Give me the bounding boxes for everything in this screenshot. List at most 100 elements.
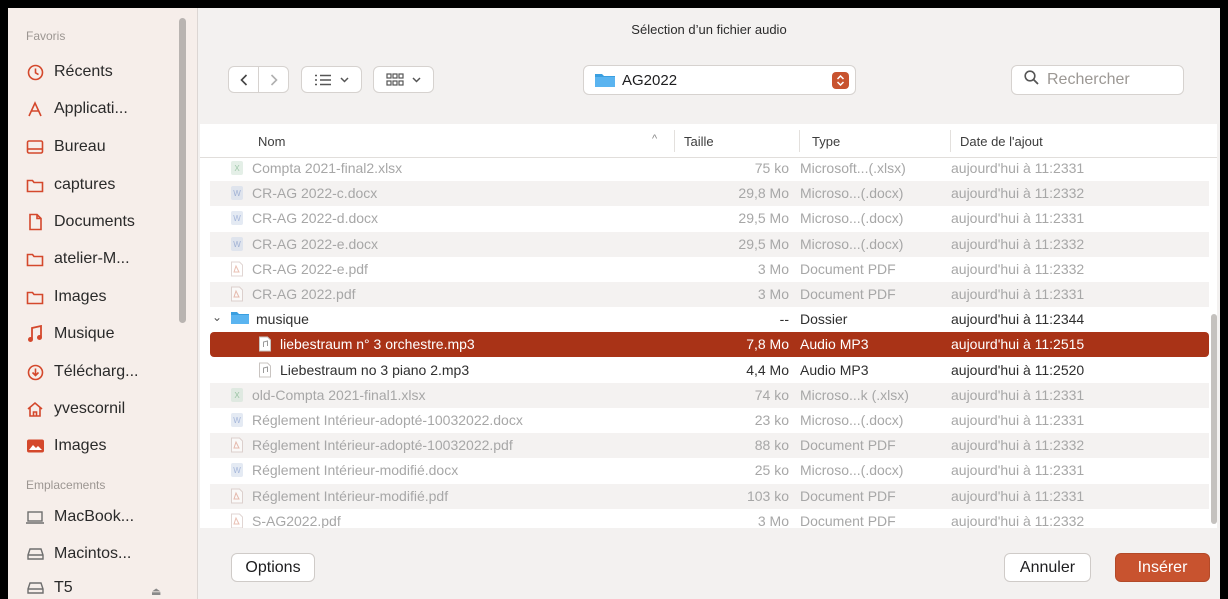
file-open-dialog: Favoris Récents Applicati... Bureau capt… bbox=[8, 8, 1220, 599]
list-scrollbar[interactable] bbox=[1211, 314, 1217, 524]
search-input[interactable]: Rechercher bbox=[1011, 65, 1184, 95]
sidebar-item-downloads[interactable]: Télécharg... bbox=[24, 357, 138, 387]
file-type: Microso...(.docx) bbox=[800, 235, 904, 252]
svg-text:W: W bbox=[233, 466, 241, 475]
file-date: aujourd'hui à 11:2332 bbox=[951, 260, 1085, 277]
word-file-icon: W bbox=[230, 236, 244, 252]
forward-button[interactable] bbox=[258, 66, 289, 93]
sidebar-item-images[interactable]: Images bbox=[24, 282, 106, 312]
file-name: Réglement Intérieur-adopté-10032022.pdf bbox=[252, 437, 513, 454]
disk-icon bbox=[24, 543, 46, 565]
sidebar-item-atelier[interactable]: atelier-M... bbox=[24, 244, 130, 274]
file-row[interactable]: Réglement Intérieur-modifié.pdf 103 ko Doc… bbox=[210, 483, 1209, 509]
sidebar-item-label: MacBook... bbox=[54, 508, 135, 525]
folder-icon bbox=[24, 248, 46, 270]
pdf-file-icon bbox=[230, 286, 244, 302]
sidebar-item-home[interactable]: yvescornil bbox=[24, 394, 125, 424]
file-row[interactable]: S-AG2022.pdf 3 Mo Document PDF aujourd'hui … bbox=[210, 509, 1209, 528]
sidebar-item-applications[interactable]: Applicati... bbox=[24, 94, 128, 124]
folder-icon bbox=[24, 174, 46, 196]
file-row[interactable]: CR-AG 2022.pdf 3 Mo Document PDF aujourd'hu… bbox=[210, 282, 1209, 307]
file-row[interactable]: Réglement Intérieur-adopté-10032022.pdf 8… bbox=[210, 433, 1209, 459]
sidebar-item-label: Images bbox=[54, 288, 107, 305]
main-panel: Sélection d’un fichier audio AG2022 Rech… bbox=[198, 8, 1220, 599]
path-popup[interactable]: AG2022 bbox=[583, 65, 856, 95]
file-date: aujourd'hui à 11:2331 bbox=[951, 286, 1085, 302]
svg-text:W: W bbox=[233, 189, 241, 198]
insert-button[interactable]: Insérer bbox=[1115, 553, 1210, 582]
clock-icon bbox=[24, 61, 46, 83]
disclosure-chevron-icon[interactable]: ⌄ bbox=[212, 310, 222, 324]
file-row[interactable]: W CR-AG 2022-e.docx 29,5 Mo Microso...(.doc… bbox=[210, 231, 1209, 257]
file-row[interactable]: X Compta 2021-final2.xlsx 75 ko Microsoft..… bbox=[210, 156, 1209, 181]
file-row[interactable]: CR-AG 2022-e.pdf 3 Mo Document PDF aujourd'… bbox=[210, 257, 1209, 282]
sidebar-item-recents[interactable]: Récents bbox=[24, 57, 113, 87]
options-button[interactable]: Options bbox=[231, 553, 315, 582]
folder-row[interactable]: ⌄ musique -- Dossier aujourd'hui à 11:2344 bbox=[210, 307, 1209, 332]
word-file-icon: W bbox=[230, 462, 244, 478]
sidebar-item-macintosh[interactable]: Macintos... bbox=[24, 539, 131, 569]
column-header-name[interactable]: Nom bbox=[258, 134, 285, 149]
column-header-date[interactable]: Date de l'ajout bbox=[960, 134, 1043, 149]
favorites-header: Favoris bbox=[26, 29, 66, 43]
file-row[interactable]: Xold-Compta 2021-final1.xlsx 74 ko Microso… bbox=[210, 382, 1209, 408]
sidebar-item-t5[interactable]: T5 bbox=[24, 573, 73, 599]
grid-view-button[interactable] bbox=[373, 66, 434, 93]
file-size: 3 Mo bbox=[757, 512, 789, 528]
file-name: Réglement Intérieur-modifié.docx bbox=[252, 462, 459, 479]
sidebar-item-label: Bureau bbox=[54, 138, 106, 155]
sidebar-item-documents[interactable]: Documents bbox=[24, 207, 135, 237]
file-row[interactable]: W Réglement Intérieur-adopté-10032022.doc… bbox=[210, 408, 1209, 433]
chevron-down-icon bbox=[412, 76, 421, 83]
svg-text:X: X bbox=[234, 391, 240, 400]
file-row[interactable]: Liebestraum no 3 piano 2.mp3 4,4 Mo Audio … bbox=[210, 358, 1209, 383]
svg-text:W: W bbox=[233, 416, 241, 425]
file-name: Compta 2021-final2.xlsx bbox=[252, 160, 403, 176]
file-size: 29,5 Mo bbox=[738, 210, 789, 227]
sidebar-item-captures[interactable]: captures bbox=[24, 170, 115, 200]
file-size: -- bbox=[779, 311, 789, 328]
file-type: Microso...k (.xlsx) bbox=[800, 386, 909, 403]
file-row[interactable]: W CR-AG 2022-d.docx 29,5 Mo Microso...(.doc… bbox=[210, 206, 1209, 231]
file-date: aujourd'hui à 11:2332 bbox=[951, 437, 1085, 454]
file-row[interactable]: W CR-AG 2022-c.docx 29,8 Mo Microso...(.doc… bbox=[210, 181, 1209, 207]
file-size: 75 ko bbox=[754, 160, 789, 176]
file-row[interactable]: liebestraum n° 3 orchestre.mp3 7,8 Mo Audi… bbox=[210, 332, 1209, 358]
file-name: old-Compta 2021-final1.xlsx bbox=[252, 386, 426, 403]
sidebar-scrollbar[interactable] bbox=[179, 18, 186, 323]
cancel-button[interactable]: Annuler bbox=[1004, 553, 1091, 582]
sidebar-item-macbook[interactable]: MacBook... bbox=[24, 502, 134, 532]
file-size: 25 ko bbox=[754, 462, 789, 479]
file-size: 29,5 Mo bbox=[738, 235, 789, 252]
file-date: aujourd'hui à 11:2520 bbox=[951, 361, 1085, 378]
grid-view-icon bbox=[386, 72, 404, 87]
file-size: 3 Mo bbox=[757, 286, 789, 302]
eject-icon[interactable]: ⏏ bbox=[151, 585, 161, 598]
file-date: aujourd'hui à 11:2344 bbox=[951, 311, 1085, 328]
column-header-type[interactable]: Type bbox=[812, 134, 840, 149]
file-name: CR-AG 2022-e.docx bbox=[252, 235, 379, 252]
sidebar-item-bureau[interactable]: Bureau bbox=[24, 132, 106, 162]
sidebar-item-label: Images bbox=[54, 437, 107, 454]
file-type: Microso...(.docx) bbox=[800, 210, 904, 227]
sidebar-item-musique[interactable]: Musique bbox=[24, 319, 114, 349]
file-type: Microsoft...(.xlsx) bbox=[800, 160, 906, 176]
file-list[interactable]: Nom ^ Taille Type Date de l'ajout X Compt… bbox=[200, 124, 1217, 528]
list-view-button[interactable] bbox=[301, 66, 362, 93]
word-file-icon: W bbox=[230, 412, 244, 428]
back-button[interactable] bbox=[228, 66, 259, 93]
file-type: Document PDF bbox=[800, 487, 896, 504]
column-header-size[interactable]: Taille bbox=[684, 134, 714, 149]
file-size: 4,4 Mo bbox=[746, 361, 789, 378]
file-type: Document PDF bbox=[800, 512, 896, 528]
file-row[interactable]: W Réglement Intérieur-modifié.docx 25 ko Mi… bbox=[210, 458, 1209, 483]
file-type: Document PDF bbox=[800, 260, 896, 277]
sidebar-item-label: Télécharg... bbox=[54, 363, 139, 380]
file-size: 29,8 Mo bbox=[738, 185, 789, 202]
folder-icon bbox=[230, 311, 249, 327]
search-placeholder: Rechercher bbox=[1047, 71, 1130, 88]
pdf-file-icon bbox=[230, 488, 244, 504]
chevron-left-icon bbox=[239, 73, 248, 86]
sidebar-item-photos[interactable]: Images bbox=[24, 431, 106, 461]
music-note-icon bbox=[24, 323, 46, 345]
